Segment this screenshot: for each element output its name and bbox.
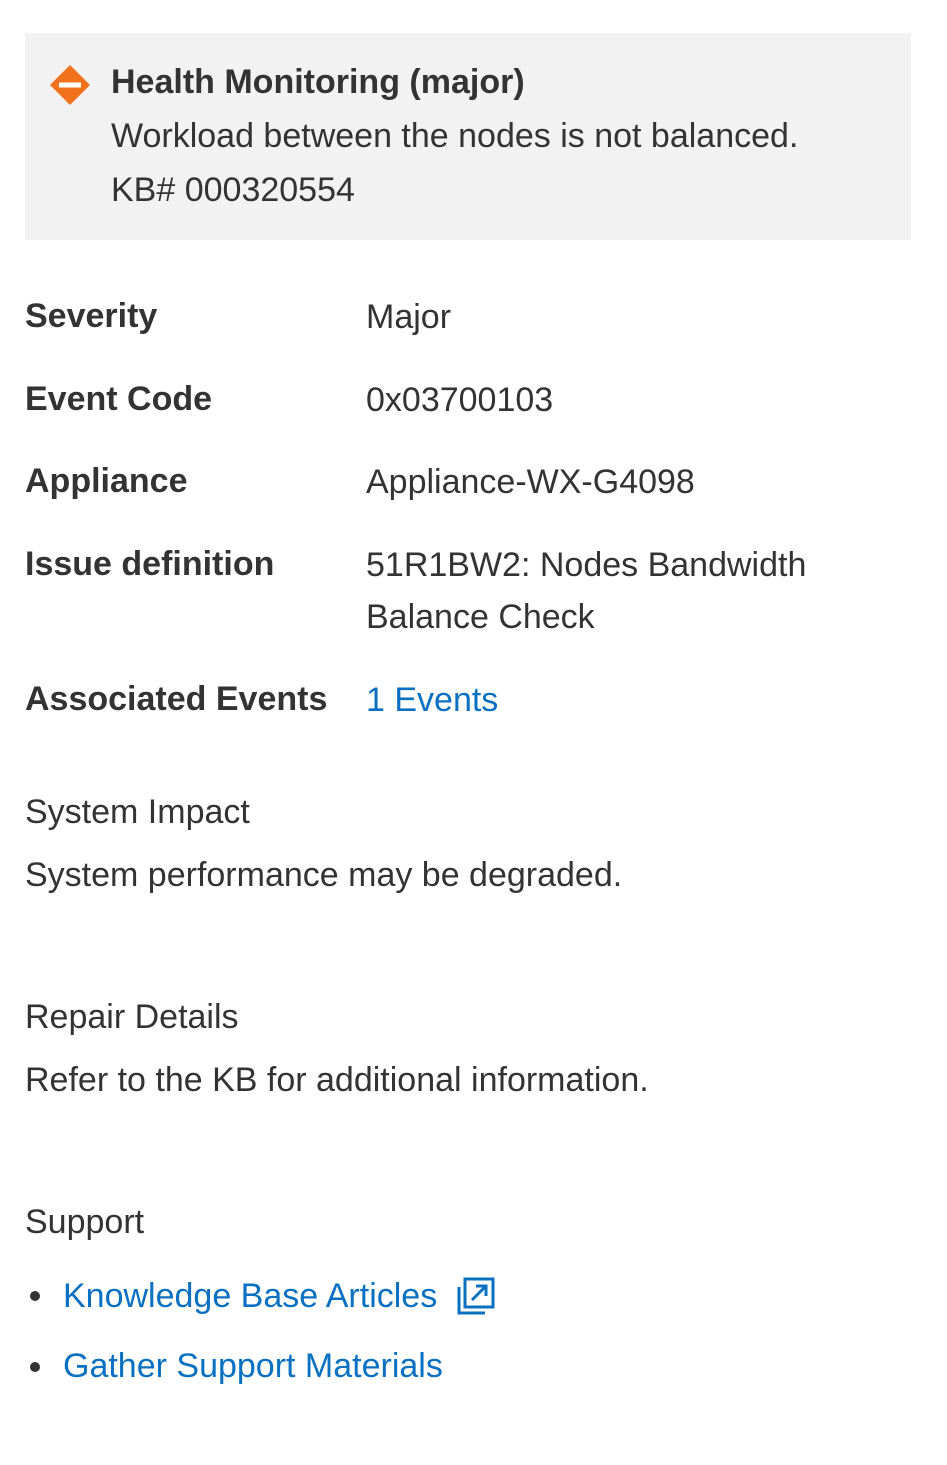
support-list-item: Knowledge Base Articles — [30, 1275, 497, 1317]
appliance-label: Appliance — [25, 462, 188, 500]
external-link-icon[interactable] — [455, 1275, 497, 1317]
event-code-label: Event Code — [25, 380, 213, 418]
knowledge-base-articles-link[interactable]: Knowledge Base Articles — [63, 1277, 437, 1316]
support-heading: Support — [25, 1203, 145, 1241]
alert-banner: Health Monitoring (major) Workload betwe… — [25, 33, 911, 240]
appliance-value: Appliance-WX-G4098 — [366, 463, 695, 501]
associated-events-link[interactable]: 1 Events — [366, 681, 498, 719]
major-severity-icon — [50, 65, 90, 105]
system-impact-text: System performance may be degraded. — [25, 856, 623, 894]
alert-kb-number: KB# 000320554 — [111, 171, 355, 209]
associated-events-label: Associated Events — [25, 680, 328, 718]
alert-message: Workload between the nodes is not balanc… — [111, 117, 799, 155]
issue-definition-label: Issue definition — [25, 545, 275, 583]
bullet — [30, 1291, 40, 1301]
severity-label: Severity — [25, 297, 158, 335]
associated-events-value: 1 Events — [366, 674, 906, 726]
gather-support-materials-link[interactable]: Gather Support Materials — [63, 1347, 443, 1386]
support-list-item: Gather Support Materials — [30, 1347, 443, 1386]
repair-details-heading: Repair Details — [25, 998, 239, 1036]
alert-title: Health Monitoring (major) — [111, 63, 525, 101]
event-code-value: 0x03700103 — [366, 381, 554, 419]
issue-definition-value: 51R1BW2: Nodes Bandwidth Balance Check — [366, 546, 807, 636]
system-impact-heading: System Impact — [25, 793, 250, 831]
bullet — [30, 1361, 40, 1372]
repair-details-text: Refer to the KB for additional informati… — [25, 1061, 649, 1099]
severity-value: Major — [366, 298, 452, 336]
